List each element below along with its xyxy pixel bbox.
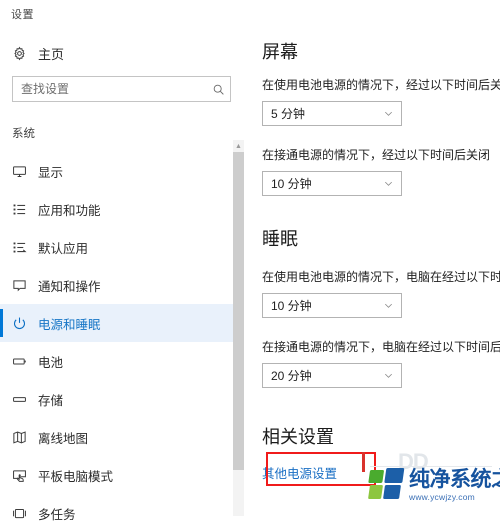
sidebar-item-label: 存储 xyxy=(38,393,64,408)
sidebar-home-label: 主页 xyxy=(38,46,65,62)
app-list-icon xyxy=(0,202,38,217)
sidebar-item-battery[interactable]: 电池 xyxy=(0,342,238,380)
selection-accent-bar xyxy=(0,271,3,299)
search-input[interactable] xyxy=(13,82,206,96)
chevron-down-icon[interactable] xyxy=(375,370,401,381)
default-apps-icon xyxy=(0,240,38,255)
screen-plugged-description: 在接通电源的情况下，经过以下时间后关闭 xyxy=(262,148,491,162)
selection-accent-bar xyxy=(0,157,3,185)
sleep-plugged-timeout-dropdown[interactable]: 20 分钟 xyxy=(262,363,402,388)
dropdown-value: 5 分钟 xyxy=(271,107,306,121)
sidebar-item-power-and-sleep[interactable]: 电源和睡眠 xyxy=(0,304,238,342)
selection-accent-bar xyxy=(0,423,3,451)
sidebar-item-home[interactable]: 主页 xyxy=(0,38,238,68)
sleep-section-title: 睡眠 xyxy=(262,229,298,249)
screen-section-title: 屏幕 xyxy=(262,42,298,62)
selection-accent-bar xyxy=(0,347,3,375)
notification-icon xyxy=(0,278,38,293)
tablet-mode-icon xyxy=(0,468,38,483)
sidebar-nav-list: 显示 应用和功能 默认应用 通知和操作 电源和睡眠 电池 存储 离线地图 平板电… xyxy=(0,152,238,532)
dropdown-value: 10 分钟 xyxy=(271,299,312,313)
sidebar-item-storage[interactable]: 存储 xyxy=(0,380,238,418)
storage-icon xyxy=(0,392,38,407)
selection-accent-bar xyxy=(0,461,3,489)
chevron-down-icon[interactable] xyxy=(375,178,401,189)
scroll-up-arrow-icon[interactable]: ▲ xyxy=(233,140,244,152)
chevron-down-icon[interactable] xyxy=(375,108,401,119)
sleep-plugged-description: 在接通电源的情况下，电脑在经过以下时间后进入睡眠状态 xyxy=(262,340,500,354)
selection-accent-bar xyxy=(0,233,3,261)
settings-main-panel: 屏幕 在使用电池电源的情况下，经过以下时间后关闭 5 分钟 在接通电源的情况下，… xyxy=(250,0,500,516)
sidebar-item-label: 电池 xyxy=(38,355,64,370)
dropdown-value: 20 分钟 xyxy=(271,369,312,383)
sidebar-item-apps-features[interactable]: 应用和功能 xyxy=(0,190,238,228)
sidebar-item-label: 通知和操作 xyxy=(38,279,101,294)
dropdown-value: 10 分钟 xyxy=(271,177,312,191)
chevron-down-icon[interactable] xyxy=(375,300,401,311)
monitor-icon xyxy=(0,164,38,179)
sleep-battery-timeout-dropdown[interactable]: 10 分钟 xyxy=(262,293,402,318)
screen-battery-timeout-dropdown[interactable]: 5 分钟 xyxy=(262,101,402,126)
sidebar-item-label: 显示 xyxy=(38,165,64,180)
power-icon xyxy=(0,316,38,331)
map-icon xyxy=(0,430,38,445)
selection-accent-bar xyxy=(0,195,3,223)
sidebar-item-label: 平板电脑模式 xyxy=(38,469,114,484)
multitasking-icon xyxy=(0,506,38,521)
search-box[interactable] xyxy=(12,76,231,102)
sidebar-item-multitasking[interactable]: 多任务 xyxy=(0,494,238,532)
screen-plugged-timeout-dropdown[interactable]: 10 分钟 xyxy=(262,171,402,196)
sidebar-item-display[interactable]: 显示 xyxy=(0,152,238,190)
sidebar-scrollbar-thumb[interactable] xyxy=(233,152,244,470)
sidebar-item-default-apps[interactable]: 默认应用 xyxy=(0,228,238,266)
battery-icon xyxy=(0,354,38,369)
sidebar-item-label: 默认应用 xyxy=(38,241,89,256)
sidebar-item-notifications[interactable]: 通知和操作 xyxy=(0,266,238,304)
sidebar-item-label: 应用和功能 xyxy=(38,203,101,218)
sidebar-section-label: 系统 xyxy=(12,128,35,140)
sidebar-item-tablet-mode[interactable]: 平板电脑模式 xyxy=(0,456,238,494)
selection-accent-bar xyxy=(0,309,3,337)
search-icon[interactable] xyxy=(206,83,230,96)
other-power-settings-link[interactable]: 其他电源设置 xyxy=(262,463,337,482)
settings-window: 设置 主页 系统 xyxy=(0,0,500,522)
selection-accent-bar xyxy=(0,385,3,413)
sidebar-item-offline-maps[interactable]: 离线地图 xyxy=(0,418,238,456)
gear-icon xyxy=(0,46,38,61)
related-settings-title: 相关设置 xyxy=(262,427,334,447)
settings-sidebar: 设置 主页 系统 xyxy=(0,0,250,522)
sidebar-item-label: 离线地图 xyxy=(38,431,89,446)
sidebar-item-label: 多任务 xyxy=(38,507,76,522)
selection-accent-bar xyxy=(0,499,3,527)
screen-battery-description: 在使用电池电源的情况下，经过以下时间后关闭 xyxy=(262,78,500,92)
app-title: 设置 xyxy=(11,9,34,21)
sleep-battery-description: 在使用电池电源的情况下，电脑在经过以下时间后进入睡眠状态 xyxy=(262,270,500,284)
sidebar-item-label: 电源和睡眠 xyxy=(38,317,101,332)
